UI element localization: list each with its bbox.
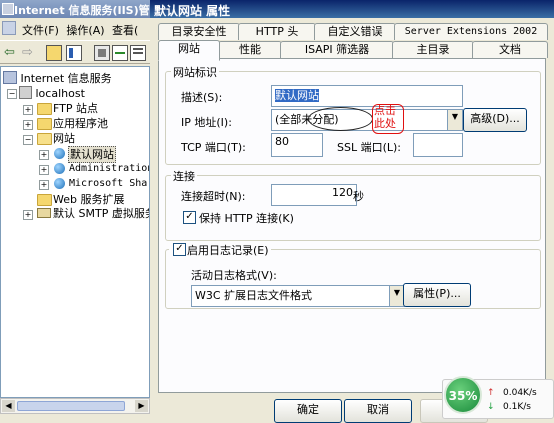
download-arrow-icon: ↓ <box>487 402 495 412</box>
expand-ftp-toggle[interactable]: + <box>23 105 33 115</box>
tab-server-extensions[interactable]: Server Extensions 2002 <box>394 23 548 40</box>
tree-node-administration[interactable]: Administration <box>69 161 149 176</box>
keepalive-checkbox[interactable]: ✓ <box>183 211 196 224</box>
enable-logging-checkbox[interactable]: ✓ <box>173 243 186 256</box>
expand-localhost-toggle[interactable]: − <box>7 89 17 99</box>
tree-node-iis-root[interactable]: Internet 信息服务 <box>3 71 112 86</box>
tab-home-directory[interactable]: 主目录 <box>392 41 474 58</box>
upload-arrow-icon: ↑ <box>487 388 495 398</box>
download-speed: 0.1K/s <box>503 402 531 412</box>
dialog-title-bar: 默认网站 属性 <box>150 0 554 18</box>
refresh-icon[interactable] <box>112 45 128 61</box>
iis-status-bar <box>0 414 150 422</box>
tab-documents[interactable]: 文档 <box>472 41 548 58</box>
annotation-text: 点击此处 <box>374 104 396 130</box>
description-value: 默认网站 <box>275 89 319 102</box>
group-label-identity: 网站标识 <box>171 64 219 80</box>
tab-directory-security[interactable]: 目录安全性 <box>158 23 240 40</box>
tab-custom-errors[interactable]: 自定义错误 <box>314 23 396 40</box>
chevron-down-icon[interactable]: ▼ <box>389 286 404 306</box>
label-description: 描述(S): <box>181 91 223 104</box>
tab-isapi-filters[interactable]: ISAPI 筛选器 <box>280 41 394 58</box>
tree-node-app-pools[interactable]: 应用程序池 <box>53 116 108 131</box>
tree-node-smtp[interactable]: 默认 SMTP 虚拟服务 <box>53 206 149 221</box>
label-seconds: 秒 <box>353 190 364 203</box>
expand-websites-toggle[interactable]: − <box>23 135 33 145</box>
iis-title-text: Internet 信息服务(IIS)管 <box>14 4 150 17</box>
label-enable-logging: 启用日志记录(E) <box>187 244 269 257</box>
forward-arrow-icon[interactable]: ⇨ <box>22 45 38 61</box>
label-tcp-port: TCP 端口(T): <box>181 141 246 154</box>
iis-toolbar: ⇦ ⇨ <box>0 40 150 64</box>
timeout-field[interactable]: 120 <box>271 184 357 206</box>
log-format-select[interactable]: W3C 扩展日志文件格式 ▼ <box>191 285 405 307</box>
annotation-ellipse <box>308 107 373 131</box>
label-connection-timeout: 连接超时(N): <box>181 190 246 203</box>
mmc-icon <box>2 21 16 35</box>
expand-apppool-toggle[interactable]: + <box>23 120 33 130</box>
smtp-envelope-icon <box>37 208 51 218</box>
expand-default-site-toggle[interactable]: + <box>39 150 49 160</box>
tree-node-web-service-ext[interactable]: Web 服务扩展 <box>53 192 124 207</box>
tree-label-localhost: localhost <box>35 87 85 100</box>
globe-icon <box>54 163 65 174</box>
folder-icon <box>37 118 52 130</box>
scroll-thumb[interactable] <box>17 401 125 411</box>
label-ip-address: IP 地址(I): <box>181 116 232 129</box>
iis-menu-bar: 文件(F) 操作(A) 查看( <box>0 18 150 40</box>
globe-icon <box>54 178 65 189</box>
iis-app-icon <box>2 3 14 15</box>
menu-view[interactable]: 查看( <box>108 18 138 38</box>
up-folder-icon[interactable] <box>46 45 62 61</box>
cancel-button[interactable]: 取消 <box>344 399 412 423</box>
scroll-right-icon[interactable]: ▶ <box>135 400 148 412</box>
description-field[interactable]: 默认网站 <box>271 85 463 107</box>
tree-node-localhost[interactable]: localhost <box>19 86 85 101</box>
group-label-connection: 连接 <box>171 168 197 184</box>
tab-website[interactable]: 网站 <box>158 40 220 61</box>
tree-label-root: Internet 信息服务 <box>20 72 112 85</box>
speed-percent-badge: 35% <box>444 376 482 414</box>
expand-smtp-toggle[interactable]: + <box>23 210 33 220</box>
expand-sharepoint-toggle[interactable]: + <box>39 180 49 190</box>
folder-icon <box>37 194 52 206</box>
menu-file[interactable]: 文件(F) <box>18 18 59 38</box>
iis-root-icon <box>3 71 17 84</box>
advanced-button[interactable]: 高级(D)... <box>463 108 527 132</box>
console-tree: Internet 信息服务 − localhost + FTP 站点 + 应用程… <box>0 66 150 398</box>
tree-horizontal-scrollbar[interactable]: ◀ ▶ <box>0 398 150 414</box>
log-format-value: W3C 扩展日志文件格式 <box>195 289 313 302</box>
open-folder-icon <box>37 133 52 145</box>
tab-performance[interactable]: 性能 <box>218 41 282 58</box>
scroll-left-icon[interactable]: ◀ <box>2 400 15 412</box>
dialog-title: 默认网站 属性 <box>154 4 231 18</box>
label-keepalive[interactable]: 保持 HTTP 连接(K) <box>199 210 294 226</box>
label-ssl-port: SSL 端口(L): <box>337 141 402 154</box>
properties-dialog: 默认网站 属性 目录安全性 HTTP 头 自定义错误 Server Extens… <box>150 0 554 423</box>
back-arrow-icon[interactable]: ⇦ <box>4 45 20 61</box>
tab-http-headers[interactable]: HTTP 头 <box>238 23 316 40</box>
log-properties-button[interactable]: 属性(P)... <box>403 283 471 307</box>
globe-icon <box>54 148 65 159</box>
expand-admin-toggle[interactable]: + <box>39 165 49 175</box>
properties-icon[interactable] <box>94 45 110 61</box>
upload-speed: 0.04K/s <box>503 388 537 398</box>
tree-node-websites[interactable]: 网站 <box>53 131 75 146</box>
label-log-format: 活动日志格式(V): <box>191 269 277 282</box>
ssl-port-field[interactable] <box>413 133 463 157</box>
tree-node-sharepoint[interactable]: Microsoft Share <box>69 176 149 191</box>
iis-window-title: Internet 信息服务(IIS)管 <box>0 0 150 18</box>
show-tree-icon[interactable] <box>66 45 82 61</box>
tree-node-ftp-sites[interactable]: FTP 站点 <box>53 101 98 116</box>
export-list-icon[interactable] <box>130 45 146 61</box>
ok-button[interactable]: 确定 <box>274 399 342 423</box>
tcp-port-field[interactable]: 80 <box>271 133 323 157</box>
chevron-down-icon[interactable]: ▼ <box>447 110 462 130</box>
computer-icon <box>19 86 32 99</box>
folder-icon <box>37 103 52 115</box>
menu-action[interactable]: 操作(A) <box>62 18 104 38</box>
